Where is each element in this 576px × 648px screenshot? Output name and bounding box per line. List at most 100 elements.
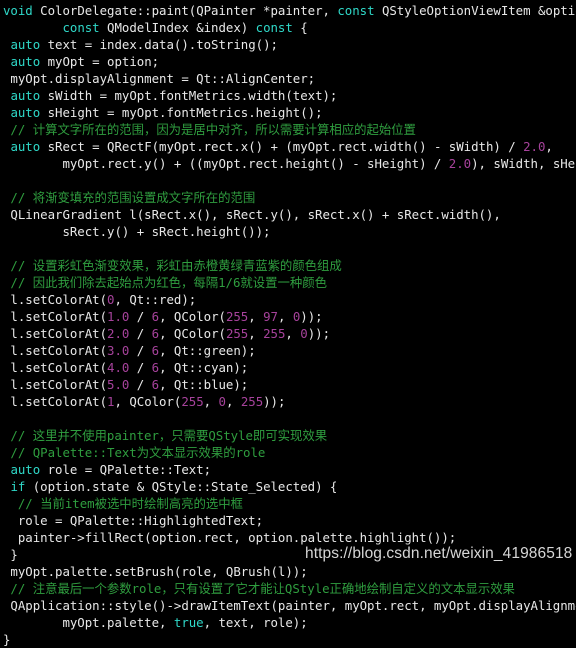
code-token-num: 2.0 — [448, 156, 472, 171]
code-token-num: 3.0 — [107, 343, 130, 358]
code-token-plain: , — [277, 309, 293, 324]
code-token-plain: , Qt::blue); — [159, 377, 249, 392]
code-token-plain: , Qt::red); — [114, 292, 197, 307]
code-line: // QPalette::Text为文本显示效果的role — [3, 444, 576, 461]
code-token-plain: QModelIndex &index) — [99, 20, 256, 35]
code-token-plain: / — [129, 343, 152, 358]
code-line: // 注意最后一个参数role，只有设置了它才能让QStyle正确地绘制自定义的… — [3, 580, 576, 597]
code-token-plain: myOpt = option; — [40, 54, 160, 69]
code-token-plain: } — [3, 547, 18, 562]
code-token-plain: } — [3, 632, 11, 647]
code-line: l.setColorAt(1, QColor(255, 0, 255)); — [3, 393, 576, 410]
code-token-plain: QApplication::style()->drawItemText(pain… — [3, 598, 576, 613]
code-line: l.setColorAt(4.0 / 6, Qt::cyan); — [3, 359, 576, 376]
code-token-plain: , QColor( — [114, 394, 182, 409]
code-line: auto text = index.data().toString(); — [3, 36, 576, 53]
code-token-num: 255 — [240, 394, 264, 409]
code-token-num: 6 — [151, 360, 160, 375]
code-line: sRect.y() + sRect.height()); — [3, 223, 576, 240]
code-token-plain: sRect = QRectF(myOpt.rect.x() + (myOpt.r… — [40, 139, 524, 154]
code-line: role = QPalette::HighlightedText; — [3, 512, 576, 529]
code-token-num: 5.0 — [107, 377, 130, 392]
code-token-num: 1.0 — [107, 309, 130, 324]
code-token-comment: // 将渐变填充的范围设置成文字所在的范围 — [3, 190, 256, 205]
code-line: myOpt.displayAlignment = Qt::AlignCenter… — [3, 70, 576, 87]
code-line: if (option.state & QStyle::State_Selecte… — [3, 478, 576, 495]
code-token-comment: // 这里并不使用painter，只需要QStyle即可实现效果 — [3, 428, 328, 443]
code-token-num: 2.0 — [107, 326, 130, 341]
code-line: auto sHeight = myOpt.fontMetrics.height(… — [3, 104, 576, 121]
code-token-plain: , QColor( — [159, 309, 226, 324]
code-token-num: 6 — [151, 326, 160, 341]
code-token-plain: / — [129, 309, 152, 324]
code-token-kw: auto — [10, 139, 41, 154]
code-token-plain: / — [129, 360, 152, 375]
code-token-kw: auto — [10, 105, 41, 120]
code-token-num: 0 — [300, 326, 308, 341]
code-token-num: 255 — [225, 326, 249, 341]
code-line: // 这里并不使用painter，只需要QStyle即可实现效果 — [3, 427, 576, 444]
code-token-plain: l.setColorAt( — [3, 360, 108, 375]
code-token-plain: l.setColorAt( — [3, 309, 108, 324]
code-line: l.setColorAt(5.0 / 6, Qt::blue); — [3, 376, 576, 393]
code-token-plain: l.setColorAt( — [3, 377, 108, 392]
code-token-kw: true — [173, 615, 204, 630]
code-token-num: 6 — [151, 309, 160, 324]
code-token-plain: text = index.data().toString(); — [40, 37, 278, 52]
code-token-plain: myOpt.palette, — [3, 615, 174, 630]
code-line: // 计算文字所在的范围，因为是居中对齐，所以需要计算相应的起始位置 — [3, 121, 576, 138]
code-line: auto sWidth = myOpt.fontMetrics.width(te… — [3, 87, 576, 104]
code-token-kw: auto — [10, 37, 41, 52]
code-token-num: 255 — [225, 309, 249, 324]
code-token-comment: // 当前item被选中时绘制高亮的选中框 — [3, 496, 243, 511]
code-token-plain: , QColor( — [159, 326, 226, 341]
code-token-plain: )); — [300, 309, 323, 324]
code-token-plain: (option.state & QStyle::State_Selected) … — [25, 479, 338, 494]
code-line: // 将渐变填充的范围设置成文字所在的范围 — [3, 189, 576, 206]
code-editor-viewport[interactable]: void ColorDelegate::paint(QPainter *pain… — [0, 0, 576, 647]
code-token-plain: , — [225, 394, 241, 409]
code-token-plain: , — [248, 326, 264, 341]
code-line: QLinearGradient l(sRect.x(), sRect.y(), … — [3, 206, 576, 223]
code-token-kw: auto — [10, 54, 41, 69]
code-token-num: 255 — [181, 394, 204, 409]
code-token-plain: , — [203, 394, 219, 409]
code-token-plain: l.setColorAt( — [3, 326, 108, 341]
code-line: auto role = QPalette::Text; — [3, 461, 576, 478]
code-token-plain: l.setColorAt( — [3, 394, 108, 409]
code-line: // 设置彩虹色渐变效果，彩虹由赤橙黄绿青蓝紫的颜色组成 — [3, 257, 576, 274]
code-token-plain: / — [129, 326, 152, 341]
code-token-comment: // 设置彩虹色渐变效果，彩虹由赤橙黄绿青蓝紫的颜色组成 — [3, 258, 342, 273]
code-token-plain: , text, role); — [203, 615, 308, 630]
code-line: l.setColorAt(0, Qt::red); — [3, 291, 576, 308]
code-token-kw: if — [10, 479, 26, 494]
code-token-comment: // 因此我们除去起始点为红色，每隔1/6就设置一种颜色 — [3, 275, 327, 290]
code-token-num: 0 — [218, 394, 226, 409]
code-token-kw: const — [337, 3, 375, 18]
code-line: // 当前item被选中时绘制高亮的选中框 — [3, 495, 576, 512]
code-token-comment: // QPalette::Text为文本显示效果的role — [3, 445, 266, 460]
watermark-text: https://blog.csdn.net/weixin_41986518 — [305, 545, 573, 562]
code-token-plain: )); — [263, 394, 286, 409]
code-token-num: 255 — [263, 326, 286, 341]
code-token-num: 6 — [151, 343, 160, 358]
code-token-plain: )); — [307, 326, 331, 341]
code-token-plain: QLinearGradient l(sRect.x(), sRect.y(), … — [3, 207, 501, 222]
code-token-plain: { — [292, 20, 308, 35]
code-token-plain: role = QPalette::HighlightedText; — [3, 513, 264, 528]
code-token-plain: ), sWidth, sHeight); — [471, 156, 576, 171]
code-token-plain: , — [285, 326, 301, 341]
code-token-plain: myOpt.rect.y() + ((myOpt.rect.height() -… — [3, 156, 449, 171]
code-token-plain: , — [545, 139, 553, 154]
code-line: painter->fillRect(option.rect, option.pa… — [3, 529, 576, 546]
code-token-plain: role = QPalette::Text; — [40, 462, 212, 477]
code-token-plain: l.setColorAt( — [3, 292, 108, 307]
code-token-plain: QStyleOptionViewItem &option, — [374, 3, 576, 18]
code-token-num: 4.0 — [107, 360, 130, 375]
code-token-plain: sHeight = myOpt.fontMetrics.height(); — [40, 105, 323, 120]
code-line: l.setColorAt(1.0 / 6, QColor(255, 97, 0)… — [3, 308, 576, 325]
code-token-num: 2.0 — [523, 139, 546, 154]
